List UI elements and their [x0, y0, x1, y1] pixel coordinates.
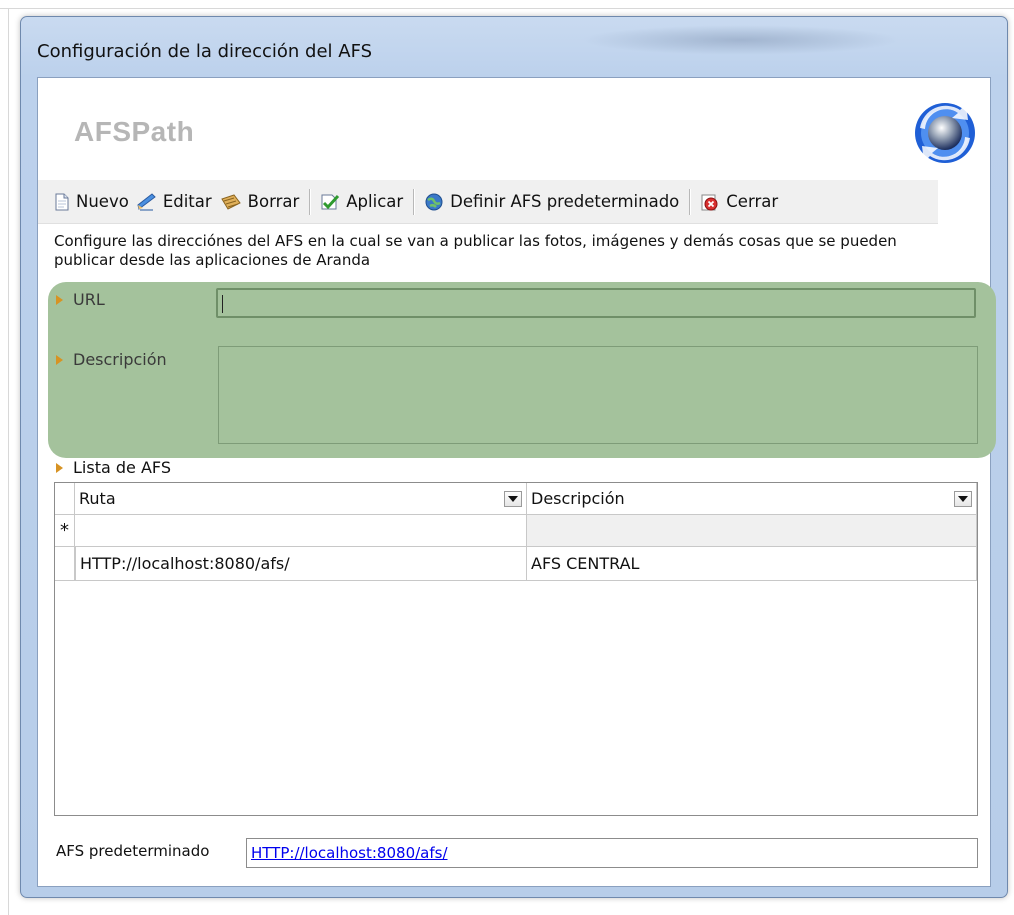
delete-icon [220, 193, 241, 210]
dialog-client-area: AFSPath Nuevo Editar Borrar Aplicar Defi… [37, 77, 996, 887]
new-row-marker: * [55, 515, 75, 547]
default-afs-label: AFS predeterminado [56, 842, 210, 860]
ruta-filter-dropdown-icon[interactable] [504, 490, 522, 507]
afs-grid[interactable]: Ruta Descripción * HTTP://localhost:8080… [54, 482, 978, 816]
title-bar-blur [581, 25, 901, 55]
description-label-row: Descripción [56, 350, 167, 369]
description-label: Descripción [73, 350, 167, 369]
new-button-label: Nuevo [76, 192, 129, 211]
edit-button[interactable]: Editar [133, 185, 216, 219]
grid-new-row[interactable]: * [55, 515, 977, 547]
description-textarea[interactable] [218, 346, 978, 444]
default-afs-field: HTTP://localhost:8080/afs/ [246, 838, 978, 868]
dialog-window: Configuración de la dirección del AFS AF… [20, 16, 1008, 898]
toolbar-separator [413, 188, 415, 215]
ruta-cell[interactable]: HTTP://localhost:8080/afs/ [75, 547, 527, 581]
close-button[interactable]: Cerrar [696, 185, 782, 219]
column-header-ruta-label: Ruta [79, 489, 116, 508]
header-title: AFSPath [74, 116, 195, 147]
toolbar: Nuevo Editar Borrar Aplicar Definir AFS … [38, 180, 938, 224]
refresh-globe-icon [915, 103, 975, 163]
new-button[interactable]: Nuevo [50, 185, 133, 219]
globe-default-icon [425, 193, 443, 210]
set-default-afs-label: Definir AFS predeterminado [450, 192, 680, 211]
text-caret [222, 295, 223, 313]
default-afs-link[interactable]: HTTP://localhost:8080/afs/ [251, 844, 448, 862]
page-border-left [8, 8, 9, 915]
apply-check-icon [321, 194, 340, 209]
apply-button-label: Aplicar [346, 192, 404, 211]
arrow-right-icon [56, 354, 63, 365]
close-red-icon [701, 194, 718, 210]
column-header-ruta[interactable]: Ruta [75, 483, 527, 515]
grid-header-row: Ruta Descripción [55, 483, 977, 515]
url-label-row: URL [56, 290, 105, 309]
arrow-right-icon [56, 294, 63, 305]
descripcion-filter-dropdown-icon[interactable] [954, 490, 972, 507]
instructions-text: Configure las direcciónes del AFS en la … [54, 232, 897, 269]
edit-icon [137, 192, 156, 211]
edit-button-label: Editar [162, 192, 212, 211]
apply-button[interactable]: Aplicar [316, 185, 407, 219]
new-document-icon [55, 193, 69, 210]
afs-list-label-row: Lista de AFS [56, 458, 171, 477]
row-header[interactable] [55, 547, 75, 581]
set-default-afs-button[interactable]: Definir AFS predeterminado [420, 185, 683, 219]
column-header-descripcion[interactable]: Descripción [527, 483, 977, 515]
afs-list-label: Lista de AFS [73, 458, 171, 477]
descripcion-cell[interactable]: AFS CENTRAL [527, 547, 977, 581]
new-row-ruta-cell[interactable] [75, 515, 527, 547]
page-border-top [0, 8, 1014, 9]
window-title: Configuración de la dirección del AFS [37, 41, 373, 62]
arrow-right-icon [56, 462, 63, 473]
url-input[interactable] [216, 288, 976, 318]
url-label: URL [73, 290, 105, 309]
table-row[interactable]: HTTP://localhost:8080/afs/ AFS CENTRAL [55, 547, 977, 581]
new-row-descripcion-cell[interactable] [527, 515, 977, 547]
delete-button-label: Borrar [247, 192, 300, 211]
delete-button[interactable]: Borrar [216, 185, 304, 219]
column-header-descripcion-label: Descripción [531, 489, 625, 508]
toolbar-separator [309, 188, 311, 215]
toolbar-separator [689, 188, 691, 215]
row-header-corner [55, 483, 75, 515]
close-button-label: Cerrar [726, 192, 779, 211]
